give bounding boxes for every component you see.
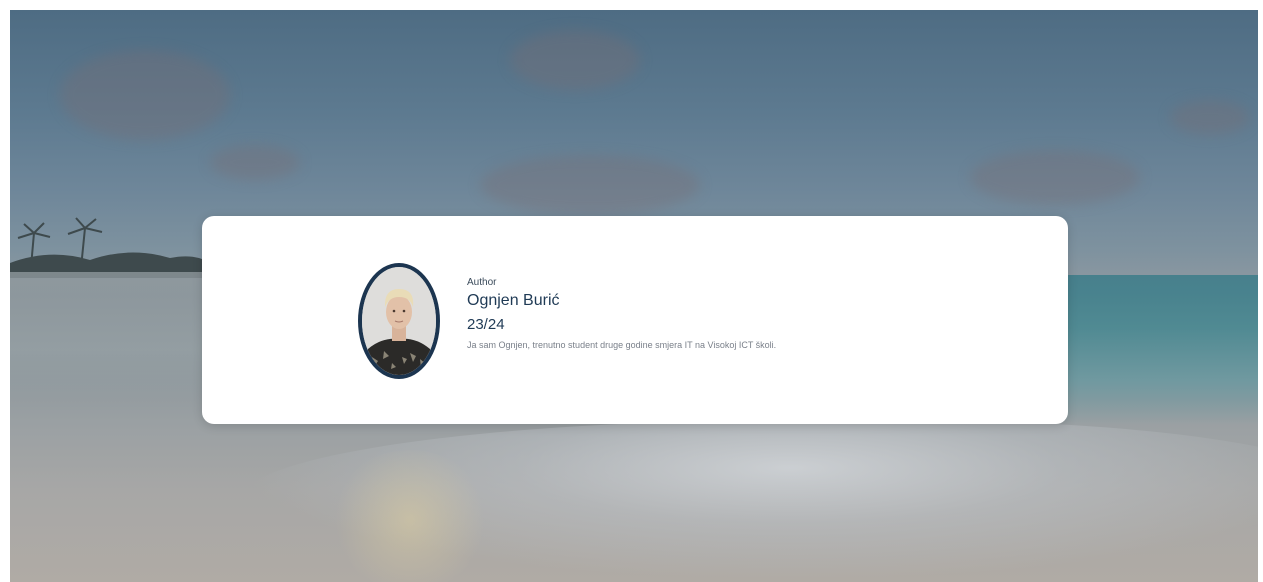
palm-trees-icon [10,217,210,278]
author-description: Ja sam Ognjen, trenutno student druge go… [467,340,777,350]
author-name: Ognjen Burić [467,292,560,309]
author-year: 23/24 [467,316,505,333]
cloud-shape [970,150,1140,205]
cloud-shape [60,50,230,140]
cloud-shape [210,145,300,180]
cloud-shape [510,30,640,90]
author-label: Author [467,277,497,288]
cloud-shape [480,155,700,215]
author-info: Author Ognjen Burić 23/24 Ja sam Ognjen,… [467,277,776,351]
author-photo-icon [362,267,436,375]
sun-reflection [330,450,490,582]
author-card: Author Ognjen Burić 23/24 Ja sam Ognjen,… [202,216,1068,424]
author-avatar [358,263,440,379]
cloud-shape [1170,100,1250,135]
